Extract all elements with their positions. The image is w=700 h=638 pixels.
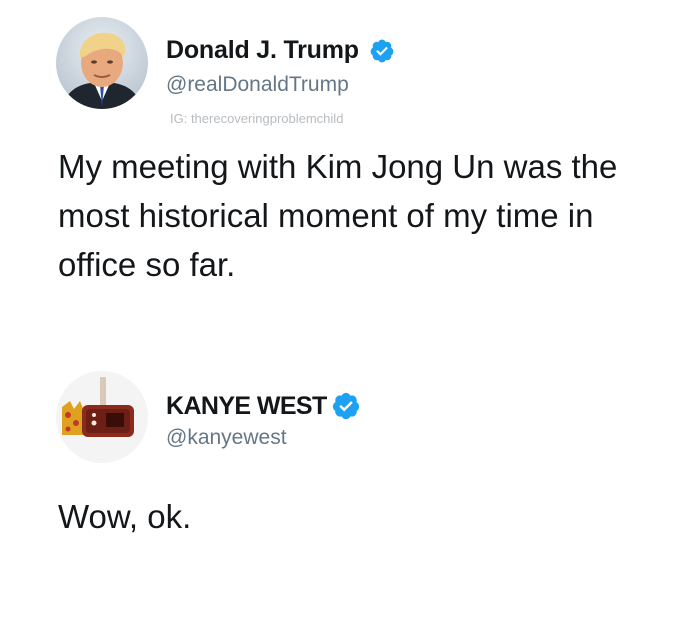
tweet-card: KANYE WEST @kanyewest Wow, ok.	[0, 360, 700, 638]
avatar-portrait-icon	[56, 17, 148, 109]
author-row: KANYE WEST	[166, 391, 361, 421]
display-name[interactable]: KANYE WEST	[166, 392, 327, 421]
avatar[interactable]	[56, 17, 148, 109]
avatar-sculpture-icon	[56, 371, 148, 463]
verified-badge-icon	[369, 38, 395, 64]
avatar[interactable]	[56, 371, 148, 463]
display-name[interactable]: Donald J. Trump	[166, 36, 359, 65]
handle[interactable]: @realDonaldTrump	[166, 73, 349, 97]
handle[interactable]: @kanyewest	[166, 426, 287, 450]
verified-badge-icon	[331, 391, 361, 421]
tweet-text: Wow, ok.	[58, 498, 192, 535]
author-row: Donald J. Trump	[166, 36, 395, 65]
watermark: IG: therecoveringproblemchild	[170, 111, 344, 126]
tweet-card: Donald J. Trump @realDonaldTrump IG: the…	[0, 0, 700, 330]
tweet-text: My meeting with Kim Jong Un was the most…	[58, 148, 618, 283]
